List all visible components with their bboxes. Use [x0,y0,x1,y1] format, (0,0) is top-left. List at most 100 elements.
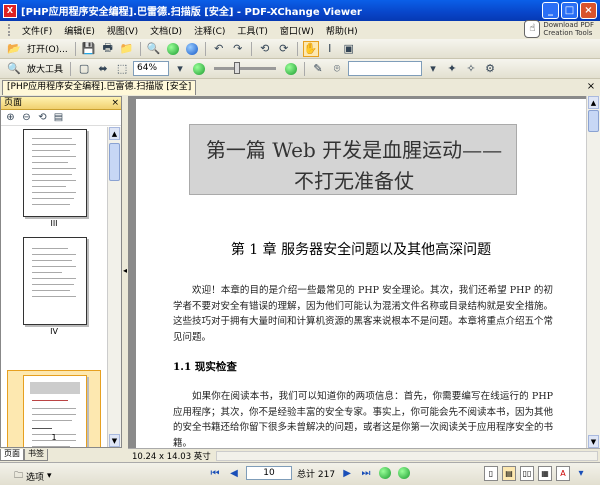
measure-icon[interactable]: ✧ [463,61,479,77]
zoom-out-icon[interactable] [191,61,207,77]
download-pdf-tools-button[interactable]: ☝ Download PDF Creation Tools [524,20,594,38]
document-view[interactable]: 第一篇 Web 开发是血腥运动—— 不打无准备仗 第 1 章 服务器安全问题以及… [128,96,586,448]
comment-tools-icon[interactable]: ✦ [444,61,460,77]
page-thumbnail[interactable] [23,237,87,325]
thumbnail-label: IV [50,327,58,336]
open-button[interactable]: 打开(O)... [25,41,70,57]
thumb-rotate-icon[interactable]: ⟲ [36,111,49,124]
redo-icon[interactable]: ↷ [230,41,246,57]
part-title-line2: 不打无准备仗 [294,169,414,193]
page-navigation: ⏮ ◀ 10 总计 217 ▶ ⏭ [208,466,411,480]
scroll-up-icon[interactable]: ▲ [109,127,120,140]
scroll-down-icon[interactable]: ▼ [588,435,599,448]
zoom-level-input[interactable]: 64% [133,61,170,76]
menu-help[interactable]: 帮助(H) [320,24,364,37]
hand-cursor-icon: ☝ [524,20,541,38]
chevron-down-icon[interactable]: ▾ [172,61,188,77]
chapter-title: 第 1 章 服务器安全问题以及其他高深问题 [230,242,492,258]
select-text-icon[interactable]: I [322,41,338,57]
menu-window[interactable]: 窗口(W) [274,24,320,37]
zoom-slider[interactable] [214,62,277,74]
window-title: [PHP应用程序安全编程].巴雷德.扫描版 [安全] - PDF-XChange… [21,7,362,18]
scroll-down-icon[interactable]: ▼ [109,434,120,447]
facing-icon[interactable]: ▯▯ [520,466,534,481]
app-icon: X [3,3,17,18]
undo-icon[interactable]: ↶ [211,41,227,57]
tab-bookmarks[interactable]: 书签 [24,449,48,461]
font-selector[interactable] [348,61,423,76]
page-thumbnail[interactable] [23,129,87,217]
actual-size-icon[interactable]: ▢ [76,61,92,77]
menu-edit[interactable]: 编辑(E) [58,24,101,37]
print-icon[interactable]: 🖶 [100,41,116,57]
document-scrollbar[interactable]: ▲ ▼ [586,96,600,448]
scrollbar-thumb[interactable] [109,143,120,181]
options-button[interactable]: 🗀 选项 ▾ [14,468,52,484]
fit-width-icon[interactable]: ⬌ [95,61,111,77]
thumbnail-label: 1 [51,433,57,442]
thumbnail-list[interactable]: III IV 1 [1,127,107,447]
forward-icon[interactable] [184,41,200,57]
maximize-button[interactable]: □ [561,2,578,19]
find-icon[interactable]: 🔍 [146,41,162,57]
back-view-icon[interactable] [378,466,392,480]
page-total-label: 总计 217 [297,469,336,480]
facing-continuous-icon[interactable]: ▦ [538,466,552,481]
stamp-icon[interactable]: ⌾ [329,61,345,77]
panel-close-icon[interactable]: × [111,97,119,109]
pages-panel-title: 页面 [4,98,23,108]
view-mode-buttons: ▯ ▤ ▯▯ ▦ A ▾ [484,466,588,481]
tab-pages[interactable]: 页面 [0,449,24,461]
properties-icon[interactable]: ⚙ [482,61,498,77]
chevron-down-icon: ▾ [47,471,52,481]
next-page-icon[interactable]: ▶ [340,466,354,480]
snapshot-icon[interactable]: ▣ [341,41,357,57]
part-title-box: 第一篇 Web 开发是血腥运动—— 不打无准备仗 [189,124,517,195]
menu-comments[interactable]: 注释(C) [188,24,231,37]
back-icon[interactable] [165,41,181,57]
thumb-zoom-in-icon[interactable]: ⊕ [4,111,17,124]
scroll-up-icon[interactable]: ▲ [588,96,599,109]
download-pdf-line2: Creation Tools [543,29,593,37]
close-tab-icon[interactable]: × [585,81,597,93]
single-page-icon[interactable]: ▯ [484,466,498,481]
rotate-left-icon[interactable]: ⟲ [257,41,273,57]
first-page-icon[interactable]: ⏮ [208,466,222,480]
typewriter-icon[interactable]: ✎ [310,61,326,77]
close-button[interactable]: × [580,2,597,19]
last-page-icon[interactable]: ⏭ [359,466,373,480]
pdf-icon[interactable]: A [556,466,570,481]
open-folder-icon[interactable]: 📂 [6,41,22,57]
rotate-right-icon[interactable]: ⟳ [276,41,292,57]
scrollbar-thumb[interactable] [588,110,599,132]
pages-panel-header: 页面 × [1,97,121,110]
minimize-button[interactable]: _ [542,2,559,19]
chevron-down-icon[interactable]: ▾ [425,61,441,77]
menu-document[interactable]: 文档(D) [144,24,188,37]
menu-tools[interactable]: 工具(T) [231,24,274,37]
zoom-tool-button[interactable]: 放大工具 [25,61,65,77]
document-tab[interactable]: [PHP应用程序安全编程].巴雷德.扫描版 [安全] [2,80,197,95]
menu-file[interactable]: 文件(F) [16,24,58,37]
menu-view[interactable]: 视图(V) [101,24,144,37]
status-bar: 🗀 选项 ▾ ⏮ ◀ 10 总计 217 ▶ ⏭ ▯ ▤ ▯▯ ▦ A ▾ [0,462,600,485]
fit-page-icon[interactable]: ⬚ [114,61,130,77]
horizontal-scrollbar[interactable] [216,451,598,461]
hand-tool-icon[interactable]: ✋ [302,40,319,57]
forward-view-icon[interactable] [397,466,411,480]
download-pdf-line1: Download PDF [543,21,594,29]
zoom-tool-icon[interactable]: 🔍 [6,61,22,77]
collapse-arrow-icon[interactable]: ◂ [123,266,127,275]
zoom-in-icon[interactable] [283,61,299,77]
open-file-icon[interactable]: 📁 [119,41,135,57]
page-number-input[interactable]: 10 [246,466,292,480]
paragraph-2: 如果你在阅读本书，我们可以知道你的两项信息：首先，你需要编写在线运行的 PHP … [173,391,554,448]
thumbnail-scrollbar[interactable]: ▲ ▼ [107,127,121,447]
chevron-down-icon[interactable]: ▾ [574,467,588,481]
thumb-options-icon[interactable]: ▤ [52,111,65,124]
thumb-zoom-out-icon[interactable]: ⊖ [20,111,33,124]
save-icon[interactable]: 💾 [81,41,97,57]
document-tab-bar: [PHP应用程序安全编程].巴雷德.扫描版 [安全] × [0,79,600,95]
continuous-icon[interactable]: ▤ [502,466,516,481]
previous-page-icon[interactable]: ◀ [227,466,241,480]
